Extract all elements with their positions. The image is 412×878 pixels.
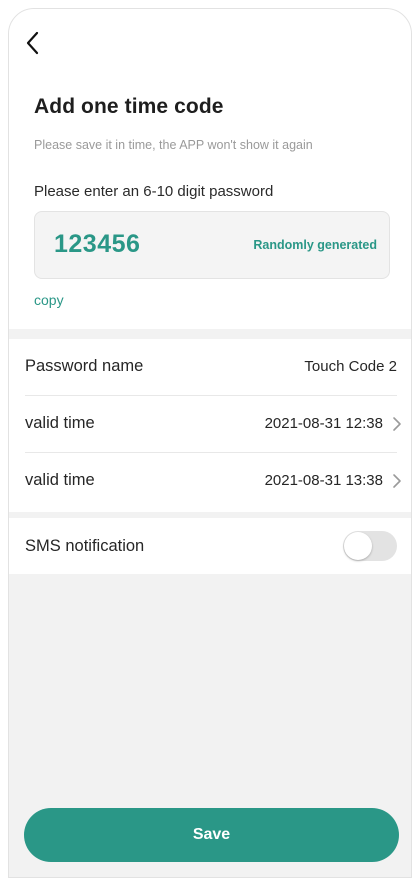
valid-time-start-value: 2021-08-31 12:38 [264,415,383,432]
phone-screen: Add one time code Please save it in time… [8,8,412,878]
password-name-row[interactable]: Password name Touch Code 2 [9,339,411,395]
valid-time-end-row[interactable]: valid time 2021-08-31 13:38 [9,453,411,509]
password-name-label: Password name [25,357,144,375]
password-name-value[interactable]: Touch Code 2 [304,358,397,375]
sms-notification-toggle[interactable] [343,531,397,561]
save-warning-text: Please save it in time, the APP won't sh… [34,138,313,152]
password-value[interactable]: 123456 [54,230,140,259]
chevron-right-icon [393,417,401,431]
password-prompt: Please enter an 6-10 digit password [34,183,274,200]
toggle-knob [344,532,372,560]
code-entry-card: Add one time code Please save it in time… [9,9,411,329]
page-title: Add one time code [34,95,224,118]
valid-time-start-row[interactable]: valid time 2021-08-31 12:38 [9,396,411,452]
sms-notification-row: SMS notification [9,518,411,574]
copy-button[interactable]: copy [34,292,64,308]
sms-notification-label: SMS notification [25,537,145,555]
valid-time-end-value: 2021-08-31 13:38 [264,472,383,489]
randomly-generated-button[interactable]: Randomly generated [253,238,377,252]
settings-list: Password name Touch Code 2 valid time 20… [9,339,411,512]
password-field[interactable]: 123456 Randomly generated [34,211,390,279]
back-button[interactable] [19,27,47,59]
valid-time-start-label: valid time [25,414,95,432]
save-button[interactable]: Save [24,808,399,862]
chevron-left-icon [26,31,39,55]
valid-time-end-label: valid time [25,471,95,489]
chevron-right-icon [393,474,401,488]
